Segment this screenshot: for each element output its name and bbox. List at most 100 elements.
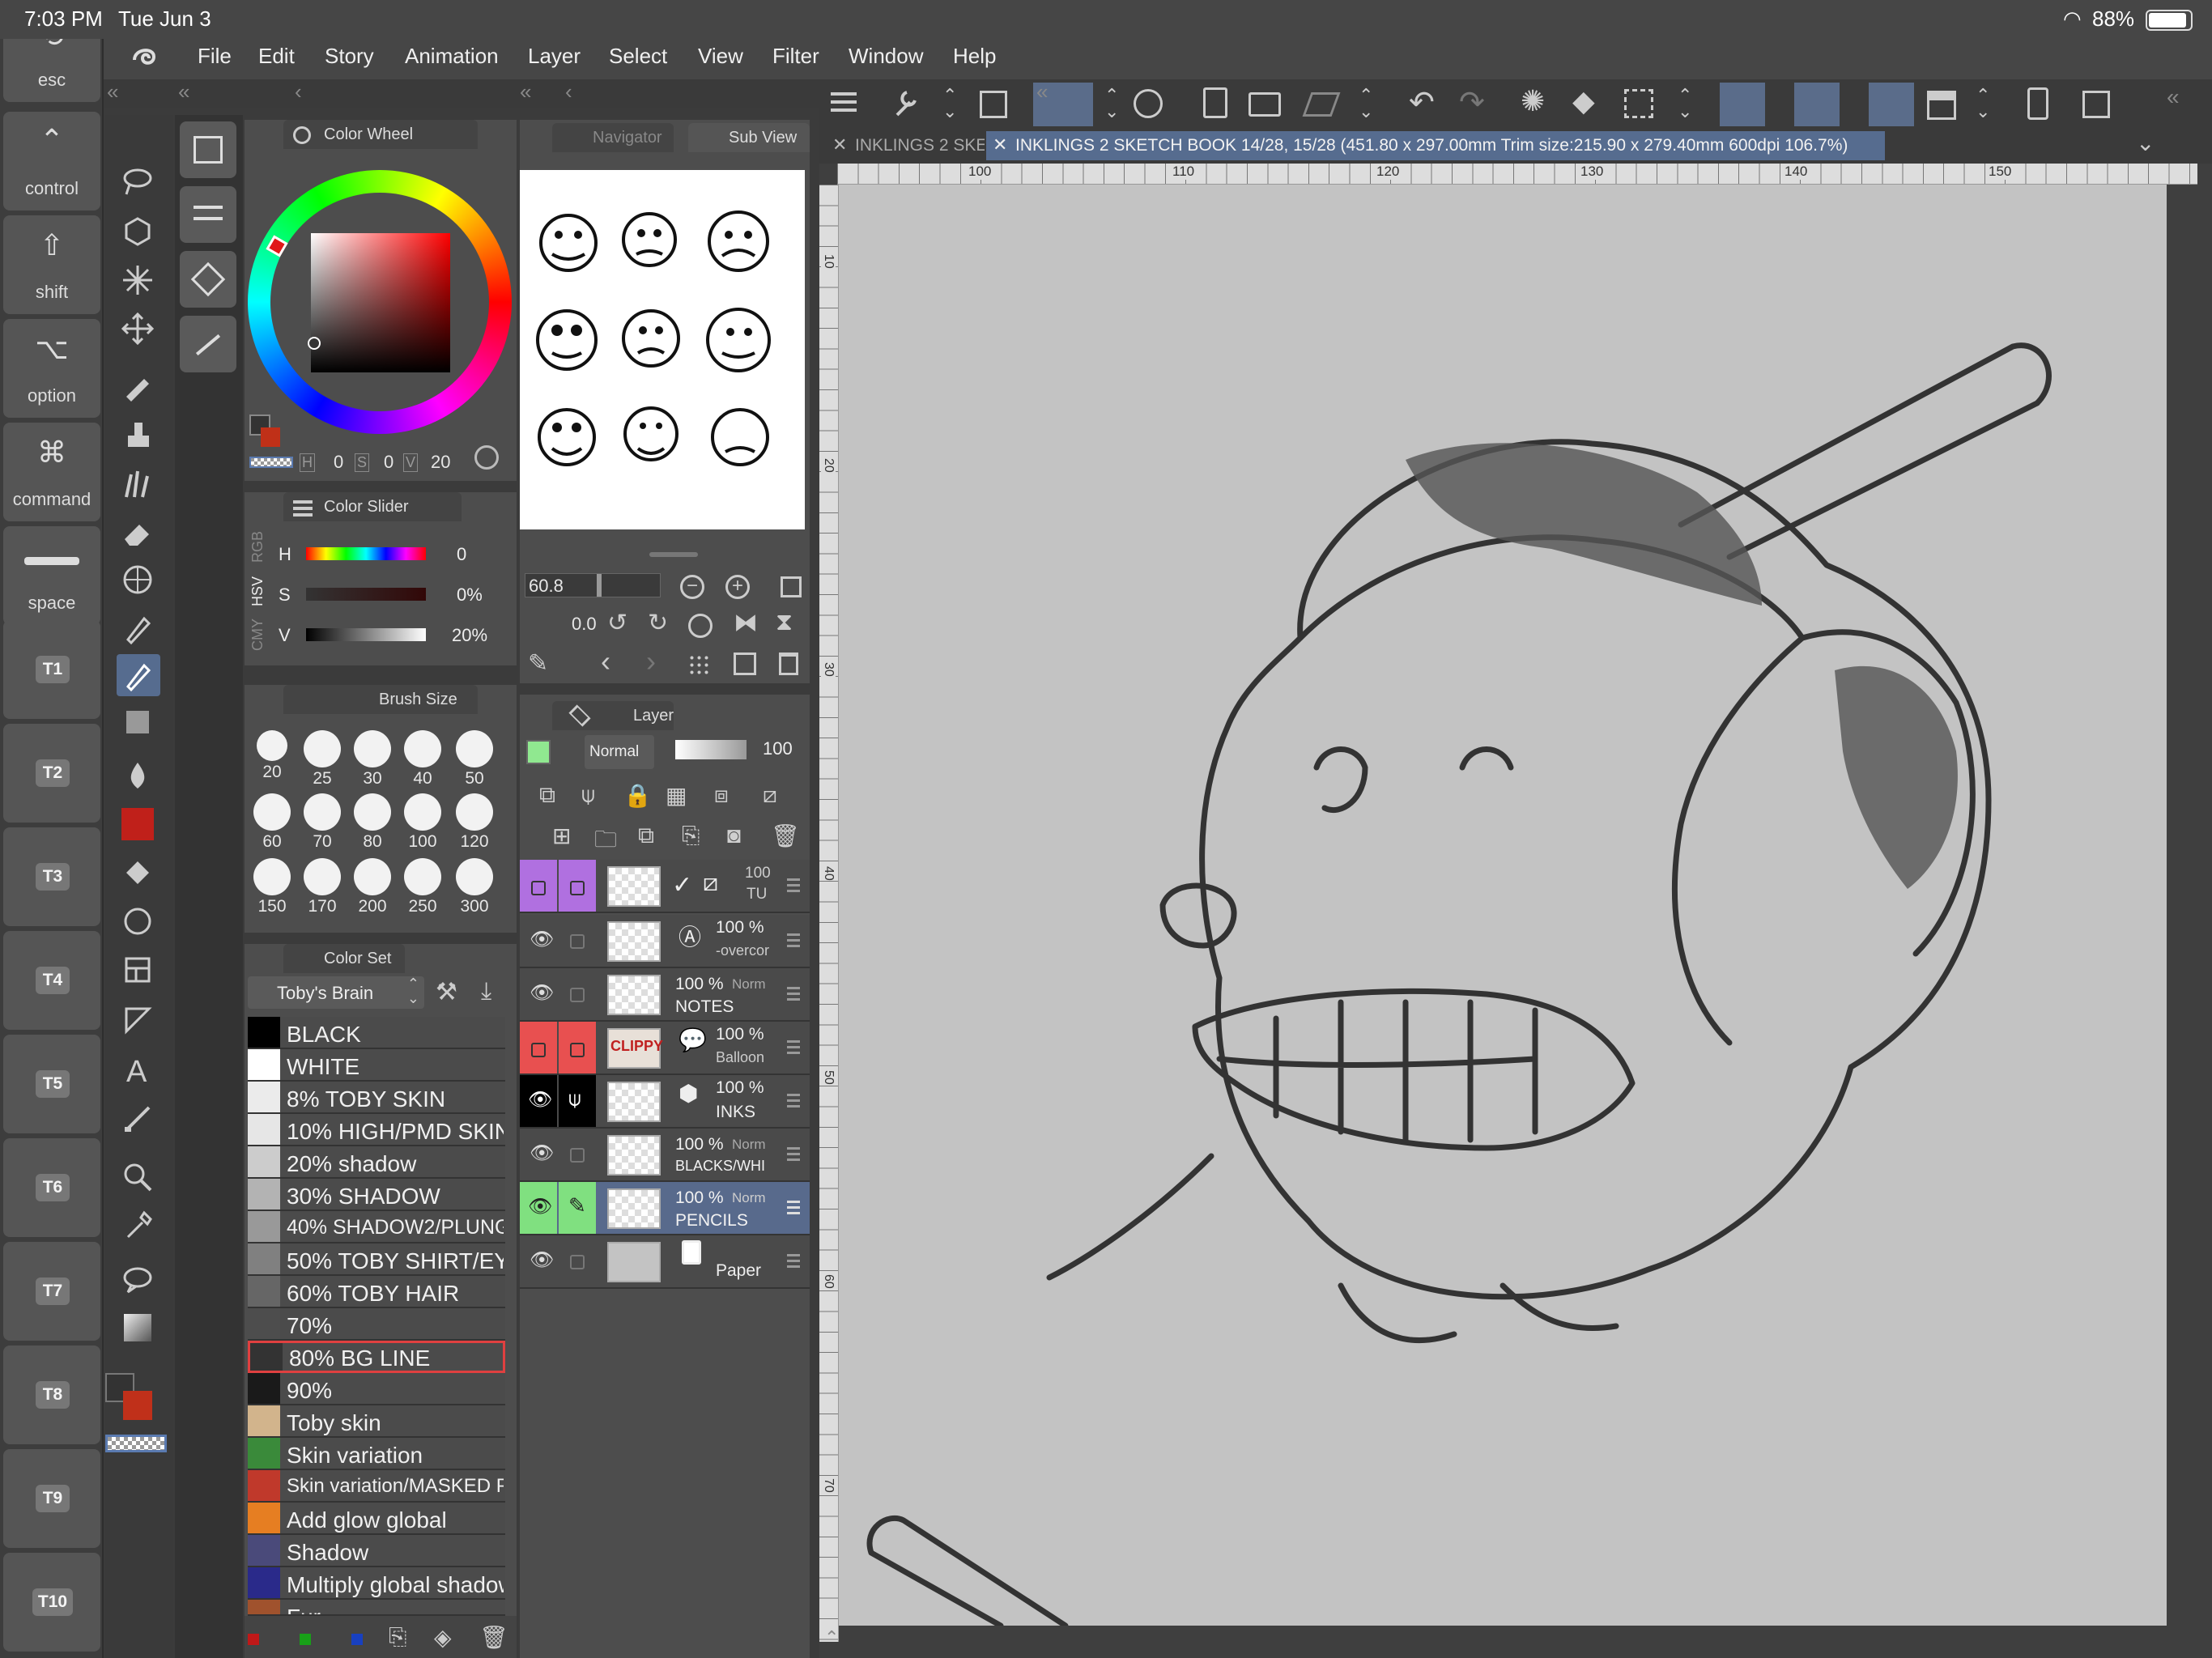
edit-target-toggle[interactable] xyxy=(559,860,596,912)
blue-add-icon[interactable] xyxy=(351,1634,363,1645)
brush-size-25[interactable]: 25 xyxy=(300,730,345,789)
brush-size-150[interactable]: 150 xyxy=(249,858,295,916)
color-entry[interactable]: 60% TOBY HAIR xyxy=(248,1276,505,1308)
delete-layer-icon[interactable]: 🗑 xyxy=(771,823,800,849)
brush-size-80[interactable]: 80 xyxy=(350,793,395,852)
visibility-toggle[interactable]: 👁 xyxy=(520,1182,557,1234)
app-logo-icon[interactable] xyxy=(128,42,160,74)
mode-rgb[interactable]: RGB xyxy=(249,531,266,563)
wrench-icon[interactable] xyxy=(889,86,921,121)
close-icon[interactable]: ✕ xyxy=(993,134,1007,155)
undo-icon[interactable]: ↶ xyxy=(1409,84,1435,121)
pencil-tool-icon[interactable] xyxy=(117,654,160,696)
eye-icon[interactable]: 👁 xyxy=(530,1248,554,1272)
shift-key[interactable]: ⇧ shift xyxy=(3,215,100,314)
color-entry[interactable]: WHITE xyxy=(248,1049,505,1082)
sub-color-swatch[interactable] xyxy=(123,1391,152,1420)
fullscreen-icon[interactable] xyxy=(2082,91,2110,118)
layer-color-chip[interactable] xyxy=(526,740,551,764)
edit-target-toggle[interactable]: ✎ xyxy=(559,1182,596,1234)
import-icon[interactable]: ⤓ xyxy=(481,978,491,1005)
previous-image-icon[interactable]: ‹ xyxy=(601,644,610,678)
rotate-right-icon[interactable]: ↻ xyxy=(648,609,668,637)
mask-icon[interactable]: ◙ xyxy=(727,823,741,848)
layer-row[interactable]: ✓ ⧄ 100 TU xyxy=(520,860,810,913)
color-entry[interactable]: Add glow global xyxy=(248,1503,505,1535)
t7-key[interactable]: T7 xyxy=(3,1242,100,1341)
menu-file[interactable]: File xyxy=(198,44,232,69)
lasso-tool-icon[interactable] xyxy=(117,160,160,202)
tab-document-1[interactable]: ✕ INKLINGS 2 SKE xyxy=(827,133,985,160)
play-circle-icon[interactable] xyxy=(474,445,499,470)
circle-shape-tool-icon[interactable] xyxy=(117,900,160,942)
sub-view-scrollbar[interactable] xyxy=(649,552,698,557)
zoom-tool-icon[interactable] xyxy=(117,1156,160,1198)
hamburger-menu-icon[interactable] xyxy=(831,92,857,96)
transparent-chip[interactable] xyxy=(249,457,293,468)
eraser-tool-icon[interactable] xyxy=(117,512,160,554)
color-entry[interactable]: Toby skin xyxy=(248,1405,505,1438)
layer-row[interactable]: 👁 Ⓐ 100 % -overcor xyxy=(520,915,810,968)
redo-icon[interactable]: ↷ xyxy=(1459,84,1485,121)
red-add-icon[interactable] xyxy=(248,1634,259,1645)
color-entry[interactable]: Skin variation xyxy=(248,1438,505,1470)
brush-size-30[interactable]: 30 xyxy=(350,730,395,789)
edit-target-toggle[interactable] xyxy=(559,1022,596,1073)
command-key[interactable]: ⌘ command xyxy=(3,423,100,521)
sub-tool-button[interactable] xyxy=(180,121,236,178)
delete-image-icon[interactable] xyxy=(779,653,798,675)
saturation-slider[interactable] xyxy=(306,588,426,601)
brush-size-200[interactable]: 200 xyxy=(350,858,395,916)
color-entry[interactable]: 70% xyxy=(248,1308,505,1341)
import-image-icon[interactable] xyxy=(734,653,756,675)
layer-menu-icon[interactable] xyxy=(787,1206,800,1209)
visibility-toggle[interactable] xyxy=(520,860,557,912)
flip-vertical-icon[interactable]: ⧗ xyxy=(776,609,793,636)
layer-row[interactable]: CLIPPY 💬 100 % Balloon xyxy=(520,1022,810,1075)
menu-help[interactable]: Help xyxy=(953,44,996,69)
current-color-swatch[interactable] xyxy=(117,803,160,845)
edit-target-toggle[interactable] xyxy=(570,1148,585,1163)
brush-size-250[interactable]: 250 xyxy=(400,858,445,916)
tab-sub-view[interactable]: Sub View xyxy=(688,123,810,152)
snap-grid-button[interactable] xyxy=(1869,83,1914,126)
eye-icon[interactable]: 👁 xyxy=(530,1141,554,1165)
color-entry[interactable]: 30% SHADOW xyxy=(248,1179,505,1211)
mode-cmy[interactable]: CMY xyxy=(249,619,266,651)
chevron-down-icon[interactable]: ⌄ xyxy=(2136,130,2155,156)
tab-layer[interactable]: Layer xyxy=(552,701,674,730)
sort-arrows-icon[interactable]: ⌃ ⌄ xyxy=(942,87,957,121)
grid-globe-tool-icon[interactable] xyxy=(117,559,160,601)
color-entry[interactable]: 40% SHADOW2/PLUNGER/ xyxy=(248,1211,505,1244)
menu-animation[interactable]: Animation xyxy=(405,44,499,69)
mode-hsv[interactable]: HSV xyxy=(249,576,266,606)
value-slider[interactable] xyxy=(306,628,426,641)
color-entry[interactable]: Fur xyxy=(248,1600,505,1616)
tab-brush-size[interactable]: Brush Size xyxy=(283,685,478,714)
collapse-panel-icon[interactable]: « xyxy=(2167,84,2180,110)
draft-layer-icon[interactable]: ⧄ xyxy=(763,782,777,809)
next-image-icon[interactable]: › xyxy=(646,644,656,678)
t2-key[interactable]: T2 xyxy=(3,724,100,823)
edit-target-toggle[interactable]: ⍦ xyxy=(559,1075,596,1127)
color-entry[interactable]: Multiply global shadow xyxy=(248,1567,505,1600)
square-frame-icon[interactable] xyxy=(980,91,1007,118)
sort-arrows-icon[interactable]: ⌃ ⌄ xyxy=(1359,87,1373,121)
blend-tool-icon[interactable] xyxy=(117,755,160,797)
stamp-tool-icon[interactable] xyxy=(117,413,160,455)
eyedropper-tool-icon[interactable] xyxy=(117,1205,160,1247)
brush-size-120[interactable]: 120 xyxy=(452,793,497,852)
layer-row-selected[interactable]: 👁 ✎ 100 % Norm PENCILS xyxy=(520,1182,810,1235)
layer-menu-icon[interactable] xyxy=(787,1046,800,1048)
color-entry[interactable]: 90% xyxy=(248,1373,505,1405)
duplicate-icon[interactable]: ⎘ xyxy=(682,823,700,849)
rotate-left-icon[interactable]: ↺ xyxy=(607,609,627,637)
new-file-icon[interactable] xyxy=(1203,87,1227,118)
reference-layer-icon[interactable]: ⧈ xyxy=(714,782,729,809)
selection-transform-icon[interactable] xyxy=(1624,89,1653,118)
lock-transparency-icon[interactable]: ▦ xyxy=(666,782,687,809)
layer-menu-icon[interactable] xyxy=(787,993,800,995)
menu-window[interactable]: Window xyxy=(849,44,923,69)
color-entry[interactable]: BLACK xyxy=(248,1017,505,1049)
t9-key[interactable]: T9 xyxy=(3,1449,100,1548)
